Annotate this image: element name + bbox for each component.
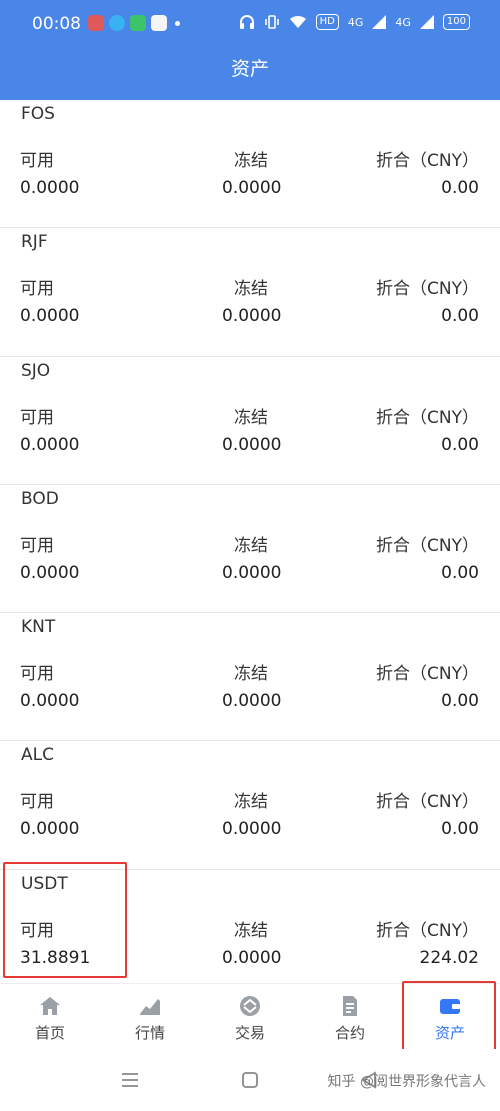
asset-name: RJF (21, 232, 48, 253)
frozen-label: 冻结 (234, 920, 268, 941)
signal-icon-2 (419, 15, 434, 29)
plane-app-icon (151, 15, 167, 31)
tab-contract[interactable]: 合约 (300, 984, 400, 1049)
hd-badge: HD (315, 14, 339, 30)
available-value: 0.0000 (20, 306, 80, 327)
cny-label: 折合（CNY） (376, 535, 479, 556)
cny-label: 折合（CNY） (376, 664, 479, 685)
page-title: 资产 (230, 58, 269, 80)
system-icons: HD 4G 4G 100 (239, 14, 470, 30)
cny-label: 折合（CNY） (376, 920, 479, 941)
available-value: 0.0000 (20, 562, 80, 583)
asset-name: SJO (21, 360, 51, 381)
available-value: 0.0000 (20, 434, 80, 455)
cny-label: 折合（CNY） (376, 407, 479, 428)
tab-label: 首页 (34, 1024, 65, 1042)
frozen-label: 冻结 (234, 151, 268, 171)
frozen-label: 冻结 (234, 407, 268, 428)
document-icon (343, 996, 357, 1016)
frozen-value: 0.0000 (222, 819, 282, 840)
frozen-label: 冻结 (234, 792, 268, 813)
wifi-icon (289, 15, 306, 28)
available-label: 可用 (20, 664, 54, 685)
available-value: 0.0000 (20, 178, 80, 198)
tab-label: 合约 (334, 1024, 365, 1042)
frozen-value: 0.0000 (222, 947, 282, 968)
home-button-icon[interactable] (241, 1071, 259, 1089)
assets-tab-highlight-box (402, 981, 496, 1052)
signal-4g-a: 4G (347, 15, 364, 29)
cny-value: 0.00 (441, 691, 479, 712)
usdt-highlight-box (3, 862, 127, 978)
cny-label: 折合（CNY） (376, 279, 479, 300)
frozen-label: 冻结 (234, 279, 268, 300)
frozen-value: 0.0000 (222, 178, 282, 198)
asset-card[interactable]: SJO 可用 冻结 折合（CNY） 0.0000 0.0000 0.00 (0, 357, 500, 485)
asset-name: KNT (21, 617, 56, 638)
asset-name: FOS (21, 104, 55, 124)
asset-card[interactable]: RJF 可用 冻结 折合（CNY） 0.0000 0.0000 0.00 (0, 228, 500, 357)
available-label: 可用 (20, 151, 54, 171)
available-value: 0.0000 (20, 819, 80, 840)
headphones-icon (239, 15, 254, 29)
frozen-value: 0.0000 (222, 306, 282, 327)
available-label: 可用 (20, 535, 54, 556)
more-notifications-dot (175, 20, 180, 26)
signal-4g-b: 4G (395, 15, 411, 29)
tab-market[interactable]: 行情 (100, 984, 200, 1049)
available-label: 可用 (20, 792, 54, 813)
system-nav-bar: 知乎 @阅世界形象代言人 (0, 1049, 500, 1111)
asset-name: BOD (21, 488, 59, 509)
frozen-label: 冻结 (234, 664, 268, 685)
frozen-value: 0.0000 (222, 434, 282, 455)
status-time: 00:08 (32, 14, 81, 34)
battery-icon: 100 (442, 14, 470, 30)
cny-value: 0.00 (441, 178, 479, 198)
chart-icon (140, 999, 160, 1015)
shield-app-icon (109, 15, 125, 31)
tab-home[interactable]: 首页 (0, 984, 100, 1049)
frozen-value: 0.0000 (222, 562, 282, 583)
asset-card[interactable]: ALC 可用 冻结 折合（CNY） 0.0000 0.0000 0.00 (0, 741, 500, 870)
menu-icon[interactable] (120, 1071, 140, 1089)
cny-label: 折合（CNY） (376, 151, 479, 171)
asset-name: ALC (21, 745, 54, 766)
asset-card[interactable]: KNT 可用 冻结 折合（CNY） 0.0000 0.0000 0.00 (0, 613, 500, 742)
signal-icon (372, 15, 387, 29)
cny-value: 224.02 (419, 947, 479, 968)
tab-label: 交易 (234, 1024, 265, 1042)
cny-value: 0.00 (441, 819, 479, 840)
cny-value: 0.00 (441, 434, 479, 455)
asset-card[interactable]: BOD 可用 冻结 折合（CNY） 0.0000 0.0000 0.00 (0, 485, 500, 614)
status-bar: 00:08 HD 4G 4G 100 (0, 0, 500, 50)
music-app-icon (88, 15, 104, 31)
home-icon (40, 997, 60, 1015)
exchange-icon (240, 996, 260, 1016)
asset-card[interactable]: FOS 可用 冻结 折合（CNY） 0.0000 0.0000 0.00 (0, 100, 500, 229)
chat-app-icon (130, 15, 146, 31)
frozen-value: 0.0000 (222, 691, 282, 712)
header: 资产 (0, 50, 500, 100)
available-value: 0.0000 (20, 691, 80, 712)
asset-list[interactable]: FOS 可用 冻结 折合（CNY） 0.0000 0.0000 0.00 RJF… (0, 100, 500, 983)
cny-label: 折合（CNY） (376, 792, 479, 813)
tab-label: 行情 (134, 1024, 165, 1042)
available-label: 可用 (20, 407, 54, 428)
frozen-label: 冻结 (234, 535, 268, 556)
tab-trade[interactable]: 交易 (200, 984, 300, 1049)
notification-icons (88, 15, 180, 31)
cny-value: 0.00 (441, 562, 479, 583)
watermark: 知乎 @阅世界形象代言人 (327, 1074, 486, 1090)
available-label: 可用 (20, 279, 54, 300)
vibrate-icon (264, 15, 279, 29)
cny-value: 0.00 (441, 306, 479, 327)
